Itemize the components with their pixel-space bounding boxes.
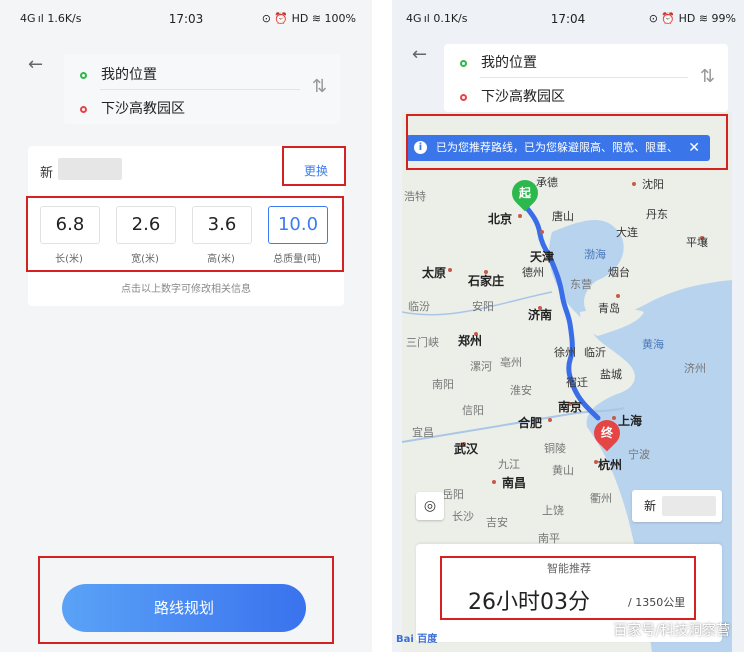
map-label: 郑州: [458, 334, 483, 348]
battery-status: ⊙ ⏰ HD ≋ 100%: [261, 12, 356, 25]
divider: [480, 77, 688, 78]
map-label: 唐山: [552, 210, 574, 223]
map-label: 漯河: [470, 360, 492, 373]
locate-icon[interactable]: ◎: [416, 492, 444, 520]
map-label: 临汾: [408, 300, 430, 313]
map-label: 三门峡: [406, 336, 439, 349]
route-card: 我的位置 下沙高教园区 ⇅: [64, 54, 340, 124]
swap-icon[interactable]: ⇅: [700, 66, 715, 87]
map-label: 宜昌: [412, 426, 434, 439]
map-label: 南阳: [432, 378, 454, 391]
divider: [100, 89, 300, 90]
plate-blur: [58, 158, 122, 180]
map-label: 黄山: [552, 464, 574, 477]
left-screen: 4G ıl 1.6K/s 17:03 ⊙ ⏰ HD ≋ 100% ← 我的位置 …: [0, 0, 372, 652]
map-label: 岳阳: [442, 488, 464, 501]
map-label: 黄海: [642, 338, 664, 351]
back-arrow-icon[interactable]: ←: [28, 54, 43, 75]
map-label: 九江: [498, 458, 520, 471]
start-location: 我的位置: [481, 55, 537, 71]
map-label: 浩特: [404, 190, 426, 203]
map-label: 吉安: [486, 516, 508, 529]
status-bar: 4G ıl 0.1K/s 17:04 ⊙ ⏰ HD ≋ 99%: [392, 12, 744, 32]
map-label: 上海: [618, 414, 643, 428]
map-logo: Bai 百度: [396, 634, 438, 645]
end-dot-icon: [80, 105, 87, 113]
map-label: 杭州: [598, 458, 623, 472]
end-location: 下沙高教园区: [481, 89, 565, 105]
edit-hint: 点击以上数字可修改相关信息: [121, 284, 251, 295]
plate-prefix: 新: [40, 166, 54, 181]
map-label: 长沙: [452, 510, 474, 523]
end-pin-icon[interactable]: 终: [588, 414, 626, 452]
vehicle-prefix: 新: [644, 499, 657, 513]
map-label: 青岛: [598, 302, 620, 315]
map-label: 承德: [536, 176, 558, 189]
map-label: 烟台: [608, 266, 630, 279]
map-label: 衢州: [590, 492, 612, 505]
map-label: 徐州: [554, 346, 576, 359]
map-label: 太原: [422, 266, 447, 280]
map-label: 宁波: [628, 448, 650, 461]
map-label: 东营: [570, 278, 592, 291]
start-dot-icon: [460, 59, 467, 67]
end-row[interactable]: 下沙高教园区: [460, 86, 565, 106]
map-label: 北京: [488, 212, 513, 226]
map-label: 大连: [616, 226, 638, 239]
map-label: 淮安: [510, 384, 532, 397]
map-label: 济州: [684, 362, 706, 375]
watermark: 百家号/科技洞察营: [613, 623, 730, 639]
map-label: 天津: [530, 250, 555, 264]
highlight-box: [26, 196, 344, 272]
start-row[interactable]: 我的位置: [80, 64, 157, 84]
end-row[interactable]: 下沙高教园区: [80, 98, 185, 118]
swap-icon[interactable]: ⇅: [312, 76, 327, 97]
map-label: 石家庄: [468, 274, 505, 288]
map-label: 宿迁: [566, 376, 588, 389]
vehicle-chip[interactable]: 新: [632, 490, 722, 522]
right-screen: 4G ıl 0.1K/s 17:04 ⊙ ⏰ HD ≋ 99% ← 我的位置 下…: [392, 0, 744, 652]
start-row[interactable]: 我的位置: [460, 52, 537, 72]
highlight-box: [440, 556, 696, 620]
map-label: 渤海: [584, 248, 606, 261]
start-location: 我的位置: [101, 67, 157, 83]
map-label: 盐城: [600, 368, 622, 381]
end-location: 下沙高教园区: [101, 101, 185, 117]
map-label: 武汉: [454, 442, 479, 456]
map-label: 亳州: [500, 356, 522, 369]
map-label: 平壤: [686, 236, 708, 249]
map-label: 临沂: [584, 346, 606, 359]
map-label: 南京: [558, 400, 583, 414]
map-label: 南昌: [502, 476, 527, 490]
map-label: 沈阳: [642, 178, 664, 191]
start-pin-label: 起: [518, 186, 531, 200]
end-pin-label: 终: [600, 426, 613, 440]
highlight-box: [38, 556, 334, 644]
map-label: 德州: [522, 266, 544, 279]
plate-blur: [662, 496, 716, 516]
end-dot-icon: [460, 93, 467, 101]
route-card: 我的位置 下沙高教园区 ⇅: [444, 44, 728, 112]
map-label: 合肥: [518, 416, 543, 430]
highlight-box: [406, 114, 728, 170]
map-label: 丹东: [646, 208, 668, 221]
start-dot-icon: [80, 71, 87, 79]
map-label: 济南: [528, 308, 553, 322]
map-label: 上饶: [542, 504, 564, 517]
back-arrow-icon[interactable]: ←: [412, 44, 427, 65]
map-label: 安阳: [472, 300, 494, 313]
start-pin-icon[interactable]: 起: [506, 174, 544, 212]
highlight-box: [282, 146, 346, 186]
map-label: 铜陵: [544, 442, 566, 455]
battery-status: ⊙ ⏰ HD ≋ 99%: [648, 12, 736, 25]
status-bar: 4G ıl 1.6K/s 17:03 ⊙ ⏰ HD ≋ 100%: [0, 12, 372, 32]
map-label: 信阳: [462, 404, 484, 417]
